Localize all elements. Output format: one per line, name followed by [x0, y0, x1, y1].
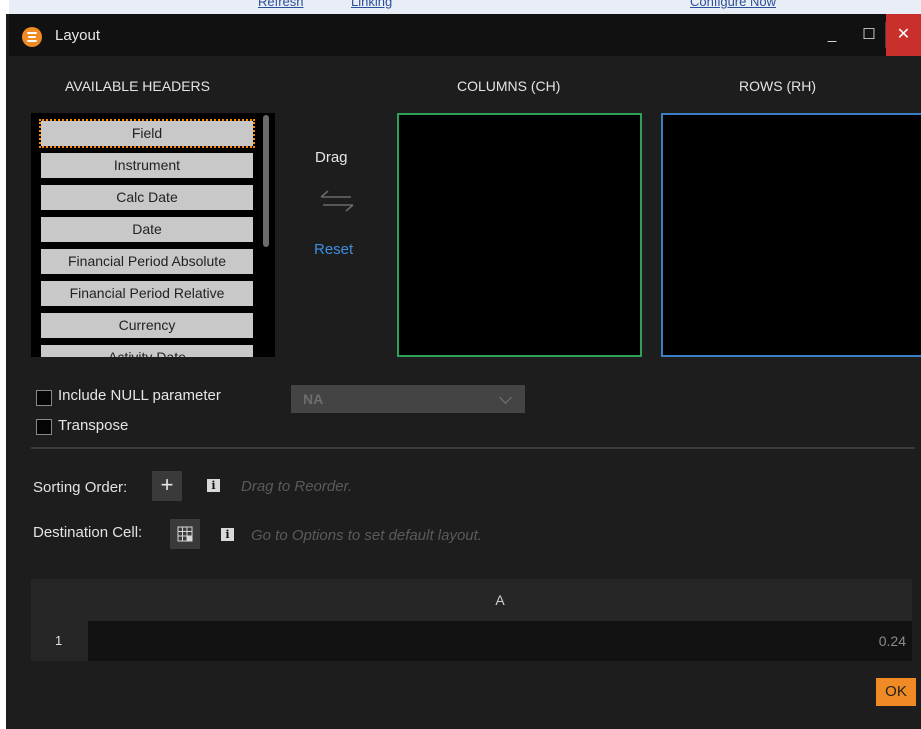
list-item-financial-period-relative[interactable]: Financial Period Relative — [41, 281, 253, 306]
list-item-calc-date[interactable]: Calc Date — [41, 185, 253, 210]
rows-drop-zone[interactable] — [661, 113, 921, 357]
include-null-checkbox[interactable] — [36, 390, 52, 406]
drag-label: Drag — [315, 149, 348, 166]
background-toolbar: Refresh Linking Configure Now — [0, 0, 921, 15]
minimize-button[interactable]: _ — [814, 14, 850, 56]
background-linking-link: Linking — [351, 0, 393, 9]
maximize-button[interactable]: ☐ — [851, 14, 887, 56]
list-item-currency[interactable]: Currency — [41, 313, 253, 338]
transpose-label: Transpose — [58, 417, 129, 434]
include-null-label: Include NULL parameter — [58, 387, 221, 404]
sorting-order-label: Sorting Order: — [33, 479, 128, 496]
list-item-instrument[interactable]: Instrument — [41, 153, 253, 178]
null-value-select[interactable]: NA — [291, 385, 525, 413]
destination-hint: Go to Options to set default layout. — [251, 527, 482, 544]
background-refresh-link: Refresh — [258, 0, 304, 9]
available-headers-list[interactable]: Field Instrument Calc Date Date Financia… — [31, 113, 275, 357]
swap-arrows-icon — [320, 190, 354, 212]
title-bar[interactable]: Layout _ ☐ ✕ — [9, 14, 921, 56]
rows-title: ROWS (RH) — [739, 78, 816, 94]
transpose-checkbox[interactable] — [36, 419, 52, 435]
list-scrollbar[interactable] — [263, 115, 269, 247]
grid-cell: 0.24 — [88, 621, 912, 661]
reset-link[interactable]: Reset — [314, 241, 353, 258]
background-configure-link: Configure Now — [690, 0, 776, 9]
sorting-hint: Drag to Reorder. — [241, 478, 353, 495]
info-icon: i — [207, 479, 220, 492]
grid-select-icon — [177, 526, 193, 542]
grid-row-header: 1 — [31, 621, 88, 661]
window-title: Layout — [55, 27, 101, 44]
available-headers-title: AVAILABLE HEADERS — [65, 78, 210, 94]
add-sort-button[interactable]: + — [152, 471, 182, 501]
chevron-down-icon — [499, 391, 512, 404]
list-item-date[interactable]: Date — [41, 217, 253, 242]
null-select-value: NA — [303, 391, 324, 407]
section-divider — [31, 447, 915, 449]
close-button[interactable]: ✕ — [886, 14, 921, 56]
app-logo-icon — [22, 27, 42, 47]
grid-corner — [31, 579, 88, 621]
layout-dialog: Layout _ ☐ ✕ AVAILABLE HEADERS COLUMNS (… — [9, 14, 921, 729]
columns-drop-zone[interactable] — [397, 113, 642, 357]
list-item-field[interactable]: Field — [39, 119, 255, 148]
destination-cell-button[interactable] — [170, 519, 200, 549]
info-icon: i — [221, 528, 234, 541]
list-item-financial-period-absolute[interactable]: Financial Period Absolute — [41, 249, 253, 274]
list-item-activity-date[interactable]: Activity Date — [41, 345, 253, 357]
grid-column-header: A — [88, 579, 912, 621]
columns-title: COLUMNS (CH) — [457, 78, 561, 94]
ok-button[interactable]: OK — [876, 678, 916, 706]
destination-cell-label: Destination Cell: — [33, 524, 143, 541]
preview-grid: A 1 0.24 — [31, 579, 912, 661]
